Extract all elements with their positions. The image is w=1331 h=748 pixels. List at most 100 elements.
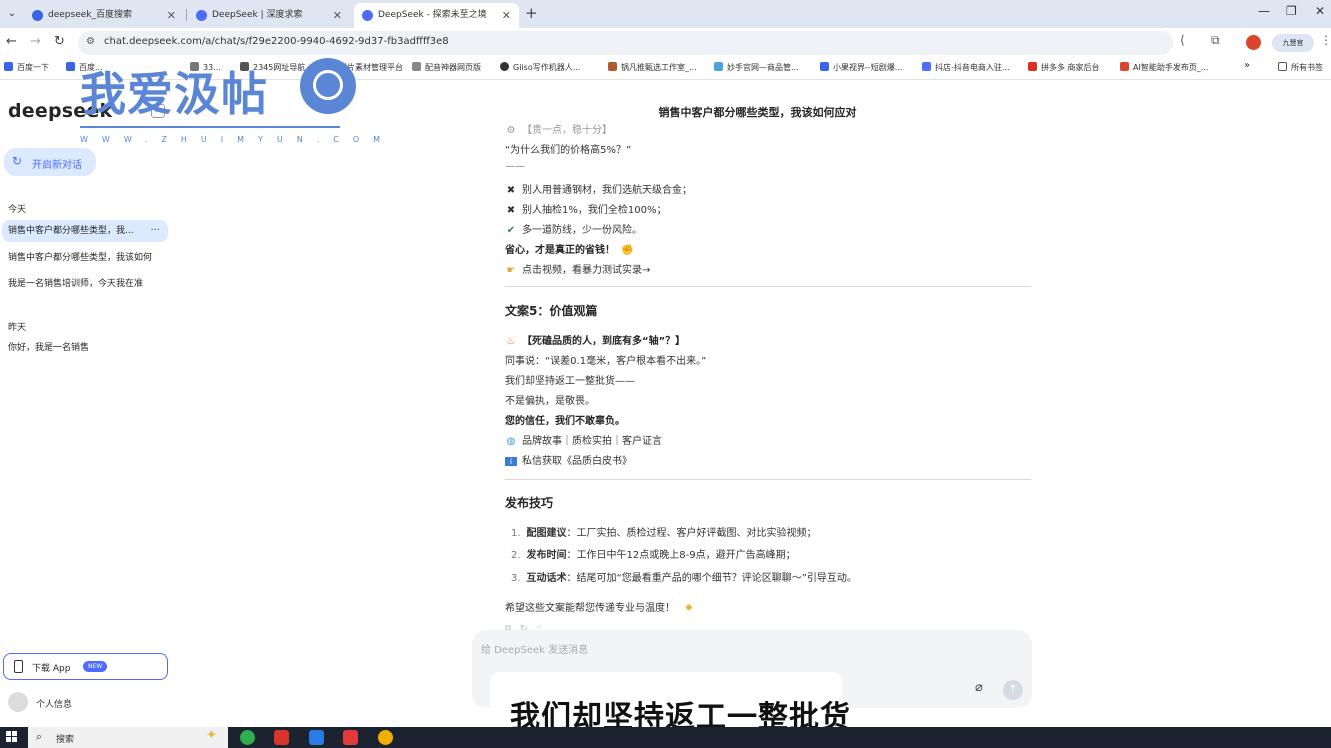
message-line-bold: 您的信任，我们不敢辜负。 [505, 416, 625, 427]
message-line: ◍ 品牌故事｜质检实拍｜客户证言 [506, 436, 662, 447]
new-chat-label: 开启新对话 [32, 160, 82, 171]
chat-title: 销售中客户都分哪些类型，我该如何应对 [658, 106, 857, 119]
watermark-logo-icon [300, 58, 356, 114]
bookmark-item[interactable]: 锅凡推甄选工作室_... [608, 62, 697, 73]
info-icon: i [505, 457, 517, 466]
globe-icon: ◍ [506, 436, 516, 447]
history-item[interactable]: 销售中客户都分哪些类型，我该如何 [8, 247, 168, 269]
section-heading: 发布技巧 [505, 496, 554, 510]
bookmark-item[interactable]: 抖店-抖音电商入驻... [922, 62, 1010, 73]
translate-icon[interactable]: ⟨ [1180, 33, 1185, 47]
tab-close-icon[interactable]: ✕ [502, 3, 511, 28]
windows-start-icon[interactable] [6, 731, 18, 743]
ordered-list-item: 1. 配图建议：工厂实拍、质检过程、客户好评截图、对比实验视频； [511, 528, 817, 539]
sparkle-icon: ✸ [684, 603, 694, 614]
forward-icon[interactable]: → [30, 34, 41, 49]
bookmarks-more-icon[interactable]: » [1244, 60, 1250, 71]
address-bar[interactable]: ⚙ chat.deepseek.com/a/chat/s/f29e2200-99… [78, 31, 1173, 55]
bookmark-item[interactable]: 小果视界--短剧爆... [820, 62, 902, 73]
flexed-biceps-icon: ✊ [621, 245, 634, 256]
gear-emoji-icon: ⚙ [506, 125, 516, 136]
minimize-icon[interactable]: — [1258, 4, 1270, 18]
tab-deepseek-chat[interactable]: DeepSeek - 探索未至之境 ✕ [354, 3, 519, 28]
message-line: ☛ 点击视频，看暴力测试实录→ [506, 265, 651, 276]
tab-close-icon[interactable]: ✕ [167, 3, 176, 28]
restore-icon[interactable]: ❐ [1286, 4, 1297, 18]
message-line: 同事说：“误差0.1毫米，客户根本看不出来。” [505, 356, 707, 367]
history-item[interactable]: 销售中客户都分哪些类型，我... ··· [2, 220, 168, 242]
chrome-taskbar-icon[interactable] [378, 730, 393, 745]
url-text: chat.deepseek.com/a/chat/s/f29e2200-9940… [104, 36, 449, 47]
section-divider [505, 286, 1031, 287]
tab-close-icon[interactable]: ✕ [333, 3, 342, 28]
message-line: 我们却坚持返工一整批货—— [505, 376, 635, 387]
bookmark-item[interactable]: Giiso写作机器人... [500, 62, 580, 73]
extensions-icon[interactable]: ⧉ [1211, 33, 1220, 48]
tab-title: DeepSeek | 深度求索 [212, 10, 303, 20]
bookmark-item[interactable]: AI智能助手发布页_... [1120, 62, 1208, 73]
tab-search-menu-icon[interactable]: ⌄ [4, 6, 20, 22]
sparkle-icon: ✦ [206, 728, 217, 743]
message-line-cut: ⚙ 【贵一点，稳十分】 [506, 125, 612, 136]
deepseek-favicon-icon [362, 10, 373, 21]
history-group-yesterday: 昨天 [8, 323, 27, 333]
attachment-icon[interactable]: ⌀ [975, 680, 983, 695]
new-chat-button[interactable]: ↻ 开启新对话 [4, 148, 96, 176]
history-item[interactable]: 你好，我是一名销售 [8, 337, 168, 359]
reload-icon[interactable]: ↻ [54, 34, 65, 49]
cross-mark-icon: ✖ [506, 185, 516, 196]
tab-baidu-search[interactable]: deepseek_百度搜索 ✕ [24, 3, 184, 28]
new-chat-icon: ↻ [12, 154, 23, 168]
message-list-item: ✔ 多一道防线，少一份风险。 [506, 225, 642, 236]
download-app-button[interactable]: 下载 App NEW [3, 653, 168, 680]
history-item[interactable]: 我是一名销售培训师，今天我在准 [8, 273, 168, 295]
message-line: “为什么我们的价格高5%？” [505, 145, 632, 156]
taskbar-app-icon[interactable] [309, 730, 324, 745]
check-mark-icon: ✔ [506, 225, 516, 236]
browser-tab-strip: ⌄ deepseek_百度搜索 ✕ DeepSeek | 深度求索 ✕ Deep… [0, 0, 1331, 28]
taskbar-app-icon[interactable] [274, 730, 289, 745]
tab-title: DeepSeek - 探索未至之境 [378, 10, 487, 20]
send-button[interactable]: ↑ [1003, 680, 1023, 700]
bookmark-item[interactable]: 妙手官网—商品管... [714, 62, 799, 73]
site-info-icon[interactable]: ⚙ [86, 36, 95, 47]
history-group-today: 今天 [8, 205, 27, 215]
sidebar [0, 81, 340, 727]
browser-menu-icon[interactable]: ⋮ [1320, 33, 1331, 47]
profile-entry[interactable]: 个人信息 [8, 692, 158, 714]
bookmark-item[interactable]: 配音神器网页版 [412, 62, 481, 73]
deepseek-favicon-icon [196, 10, 207, 21]
download-app-label: 下载 App [32, 664, 71, 674]
watermark-divider [80, 126, 340, 128]
taskbar-search[interactable]: ⌕ 搜索 ✦ [28, 727, 228, 748]
profile-label: 个人信息 [36, 700, 73, 710]
new-tab-button[interactable]: + [525, 4, 539, 22]
cross-mark-icon: ✖ [506, 205, 516, 216]
baidu-favicon-icon [32, 10, 43, 21]
close-window-icon[interactable]: ✕ [1315, 4, 1325, 18]
tab-divider [186, 9, 187, 21]
bookmarks-folder[interactable]: 所有书签 [1278, 62, 1323, 73]
taskbar-app-icon[interactable] [240, 730, 255, 745]
avatar[interactable] [1246, 35, 1261, 50]
message-line: 不是偏执，是敬畏。 [505, 396, 595, 407]
section-heading: 文案5：价值观篇 [505, 304, 598, 318]
taskbar-search-label: 搜索 [56, 735, 75, 745]
os-taskbar: ⌕ 搜索 ✦ [0, 727, 1331, 748]
message-line-bold: ♨ 【死磕品质的人，到底有多“轴”？】 [506, 336, 686, 347]
more-options-icon[interactable]: ··· [150, 220, 160, 242]
back-icon[interactable]: ← [6, 34, 17, 49]
message-line: i 私信获取《品质白皮书》 [505, 452, 632, 467]
ordered-list-item: 2. 发布时间：工作日中午12点或晚上8-9点，避开广告高峰期； [511, 550, 796, 561]
tab-deepseek-home[interactable]: DeepSeek | 深度求索 ✕ [188, 3, 350, 28]
message-line: —— [505, 161, 525, 172]
new-badge: NEW [83, 661, 108, 672]
fire-icon: ♨ [506, 336, 516, 347]
taskbar-app-icon[interactable] [343, 730, 358, 745]
profile-button[interactable]: 九慧官 [1272, 34, 1314, 52]
bookmark-item[interactable]: 拼多多 商家后台 [1028, 62, 1100, 73]
tab-title: deepseek_百度搜索 [48, 10, 132, 20]
pointing-hand-icon: ☛ [506, 265, 516, 276]
browser-toolbar: ← → ↻ ⚙ chat.deepseek.com/a/chat/s/f29e2… [0, 28, 1331, 58]
bookmark-item[interactable]: 百度一下 [4, 62, 49, 73]
